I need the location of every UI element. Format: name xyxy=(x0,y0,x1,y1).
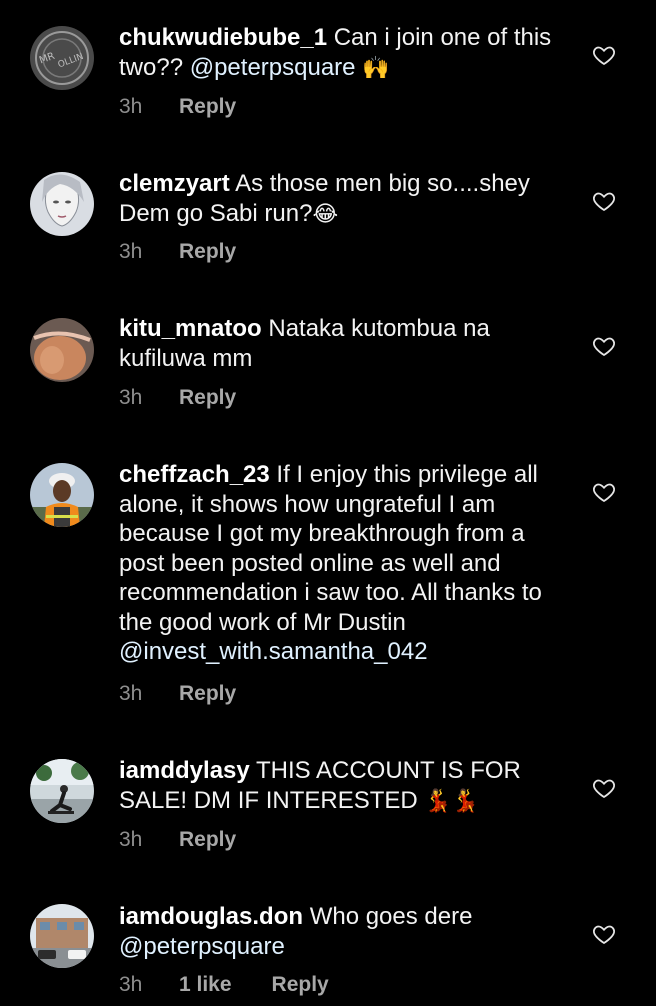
comment-time: 3h xyxy=(119,973,143,996)
heart-icon[interactable] xyxy=(592,43,616,67)
avatar[interactable] xyxy=(30,172,94,236)
comment-text: kitu_mnatoo Nataka kutombua na kufiluwa … xyxy=(119,314,569,373)
comment-text: iamdouglas.don Who goes dere @peterpsqua… xyxy=(119,902,569,961)
comment-username[interactable]: iamddylasy xyxy=(119,757,250,784)
raising-hands-emoji: 🙌 xyxy=(362,55,390,81)
reply-button[interactable]: Reply xyxy=(179,386,236,410)
mention-link[interactable]: @peterpsquare xyxy=(119,933,285,960)
comment-meta: 3h Reply xyxy=(119,682,236,706)
comment-username[interactable]: iamdouglas.don xyxy=(119,903,303,930)
comment-meta: 3h Reply xyxy=(119,240,236,264)
comment-time: 3h xyxy=(119,95,143,118)
reply-button[interactable]: Reply xyxy=(272,973,329,997)
comment-text: iamddylasy THIS ACCOUNT IS FOR SALE! DM … xyxy=(119,756,569,816)
comment-username[interactable]: chukwudiebube_1 xyxy=(119,24,327,51)
reply-button[interactable]: Reply xyxy=(179,828,236,852)
comment-time: 3h xyxy=(119,386,143,409)
comment-meta: 3h Reply xyxy=(119,828,236,852)
mention-link[interactable]: @invest_with.samantha_042 xyxy=(119,638,428,665)
comment-text: chukwudiebube_1 Can i join one of this t… xyxy=(119,23,569,83)
comment-username[interactable]: kitu_mnatoo xyxy=(119,315,262,342)
comment-meta: 3h Reply xyxy=(119,386,236,410)
like-count[interactable]: 1 like xyxy=(179,973,232,997)
dancer-emoji: 💃💃 xyxy=(424,788,480,814)
heart-icon[interactable] xyxy=(592,480,616,504)
comment-time: 3h xyxy=(119,828,143,851)
comment-username[interactable]: clemzyart xyxy=(119,170,230,197)
comment-time: 3h xyxy=(119,240,143,263)
avatar[interactable] xyxy=(30,904,94,968)
comment-meta: 3h 1 like Reply xyxy=(119,973,329,997)
avatar[interactable] xyxy=(30,463,94,527)
heart-icon[interactable] xyxy=(592,776,616,800)
reply-button[interactable]: Reply xyxy=(179,682,236,706)
reply-button[interactable]: Reply xyxy=(179,240,236,264)
laughing-emoji: 😂 xyxy=(312,201,339,227)
comment-meta: 3h Reply xyxy=(119,95,236,119)
comment-time: 3h xyxy=(119,682,143,705)
mention-link[interactable]: @peterpsquare xyxy=(190,54,356,81)
avatar[interactable] xyxy=(30,318,94,382)
comment-text: clemzyart As those men big so....shey De… xyxy=(119,169,569,229)
comment-username[interactable]: cheffzach_23 xyxy=(119,461,270,488)
heart-icon[interactable] xyxy=(592,189,616,213)
comment-text: cheffzach_23 If I enjoy this privilege a… xyxy=(119,460,569,667)
reply-button[interactable]: Reply xyxy=(179,95,236,119)
comment-body: Who goes dere xyxy=(309,903,473,930)
heart-icon[interactable] xyxy=(592,922,616,946)
heart-icon[interactable] xyxy=(592,334,616,358)
avatar[interactable]: MR OLLIN xyxy=(30,26,94,90)
avatar[interactable] xyxy=(30,759,94,823)
